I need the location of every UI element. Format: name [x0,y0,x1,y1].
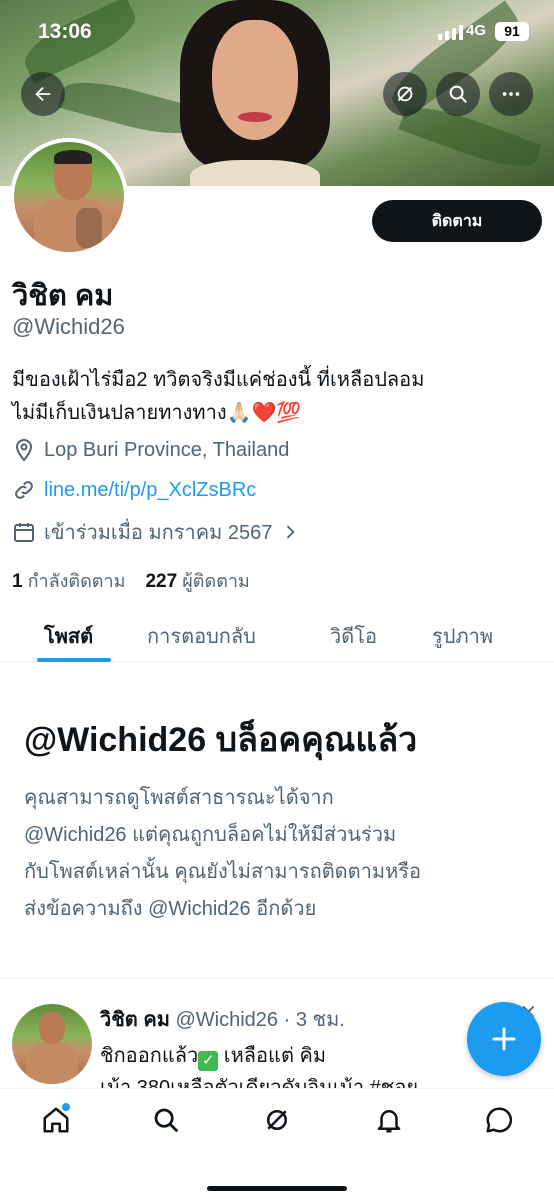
search-button[interactable] [436,72,480,116]
profile-joined[interactable]: เข้าร่วมเมื่อ มกราคม 2567 [12,516,300,548]
compose-button[interactable] [467,1002,541,1076]
tweet-header: วิชิต คม @Wichid26 · 3 ชม. [100,1003,345,1035]
blocked-description: คุณสามารถดูโพสต์สาธารณะได้จาก @Wichid26 … [24,780,534,928]
status-time: 13:06 [38,20,92,43]
back-arrow-icon [35,86,51,102]
profile-tabs: โพสต์ การตอบกลับ วิดีโอ รูปภาพ [0,604,554,662]
follow-counts: 1 กำลังติดตาม 227 ผู้ติดตาม [12,566,250,595]
bio-line: มีของเฝ้าไร่มือ2 ทวิตจริงมีแค่ช่องนี้ ที… [12,369,425,391]
blocked-line: คุณสามารถดูโพสต์สาธารณะได้จาก [24,787,334,809]
bio-line: ไม่มีเก็บเงินปลายทางทาง🙏🏻❤️💯 [12,402,302,424]
grok-button[interactable] [383,72,427,116]
followers-stat[interactable]: 227 ผู้ติดตาม [145,571,250,592]
signal-icon [438,24,463,40]
link-text[interactable]: line.me/ti/p/p_XclZsBRc [44,479,256,502]
more-icon [502,92,520,96]
messages-icon[interactable] [484,1105,514,1135]
blocked-line: กับโพสต์เหล่านั้น คุณยังไม่สามารถติดตามห… [24,861,422,883]
profile-handle: @Wichid26 [12,314,125,339]
home-indicator [207,1186,347,1191]
following-label: กำลังติดตาม [27,571,126,591]
link-icon [15,481,33,499]
status-bar: 13:06 4G 91 [0,0,554,66]
plus-icon [492,1027,516,1051]
location-pin-icon [15,438,33,462]
bottom-navigation [0,1088,554,1199]
tab-videos[interactable]: วิดีโอ [330,620,377,652]
battery-indicator: 91 [495,22,529,41]
tab-photos[interactable]: รูปภาพ [432,620,493,652]
following-stat[interactable]: 1 กำลังติดตาม [12,571,126,592]
follow-button[interactable]: ติดตาม [372,200,542,242]
tab-replies[interactable]: การตอบกลับ [147,620,256,652]
tweet-line: ชิกออกแล้ว [100,1045,199,1067]
blocked-line: ส่งข้อความถึง @Wichid26 อีกด้วย [24,898,317,920]
grok-icon [397,86,413,102]
following-count: 1 [12,571,23,592]
search-icon[interactable] [151,1105,181,1135]
calendar-icon [14,523,34,542]
followers-count: 227 [145,571,178,592]
tweet-handle-time: @Wichid26 · 3 ชม. [175,1009,345,1031]
profile-avatar[interactable] [10,138,128,256]
profile-name: วิชิต คม [12,280,114,312]
back-button[interactable] [21,72,65,116]
bell-icon[interactable] [374,1105,404,1135]
tweet-line: เม้า 380เหลือตัวเดียวดับอินเม้า #ชอย [100,1077,419,1088]
location-text: Lop Buri Province, Thailand [44,438,290,461]
check-icon: ✓ [198,1051,219,1071]
blocked-line: @Wichid26 แต่คุณถูกบล็อคไม่ให้มีส่วนร่วม [24,824,397,846]
notification-dot [62,1103,70,1111]
chevron-right-icon [287,525,295,539]
joined-text: เข้าร่วมเมื่อ มกราคม 2567 [44,522,273,544]
search-icon [449,85,467,103]
tweet-line: เหลือแต่ คิม [218,1045,327,1067]
active-tab-indicator [37,658,111,662]
blocked-title: @Wichid26 บล็อคคุณแล้ว [24,721,418,759]
followers-label: ผู้ติดตาม [182,571,250,591]
network-type: 4G [466,22,487,39]
divider [0,978,554,979]
profile-location: Lop Buri Province, Thailand [12,438,289,462]
tab-posts[interactable]: โพสต์ [44,620,93,652]
profile-bio: มีของเฝ้าไร่มือ2 ทวิตจริงมีแค่ช่องนี้ ที… [12,364,542,430]
grok-icon[interactable] [262,1105,292,1135]
tweet-author-name[interactable]: วิชิต คม [100,1009,170,1031]
more-button[interactable] [489,72,533,116]
profile-link[interactable]: line.me/ti/p/p_XclZsBRc [12,478,256,502]
tweet-avatar[interactable] [12,1004,92,1084]
